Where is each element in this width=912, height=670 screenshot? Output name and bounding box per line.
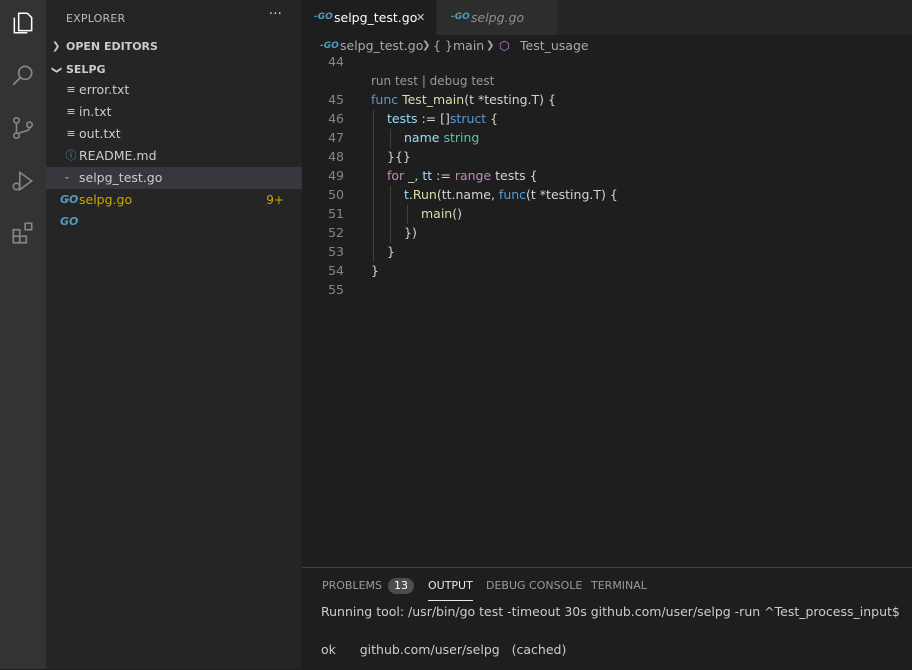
tab-selpg-go[interactable]: -GO selpg.go [437,0,557,35]
line-number: 52 [328,225,344,240]
search-icon[interactable] [8,60,38,90]
explorer-title: EXPLORER [66,12,126,25]
chevron-right-icon: ❯ [52,41,61,52]
chevron-right-icon: ❯ [422,40,431,51]
tab-problems[interactable]: PROBLEMS 13 [322,578,415,600]
text-file-icon: ≡ [66,83,76,96]
breadcrumb-scope[interactable]: main [453,35,484,57]
line-number: 54 [328,263,344,278]
text-file-icon: ≡ [66,105,76,118]
open-editors-label: OPEN EDITORS [66,40,158,53]
more-actions-icon[interactable]: ··· [269,6,282,22]
tab-output[interactable]: OUTPUT [428,578,473,601]
output-line: ok github.com/user/selpg (cached) [321,642,567,657]
tab-label: selpg_test.go [334,10,418,25]
code-line: main() [421,206,462,221]
line-number: 50 [328,187,344,202]
file-name: selpg.go [79,192,133,207]
line-number: 48 [328,149,344,164]
file-name: error.txt [79,82,130,97]
line-number: 55 [328,282,344,297]
explorer-icon[interactable] [8,8,38,38]
indent-guide [373,110,374,262]
file-item-selpg-test-go[interactable]: -GO selpg_test.go [46,167,302,206]
code-line: name string [404,130,480,145]
file-name: selpg_test.go [79,170,163,185]
close-icon[interactable]: ✕ [416,0,425,35]
line-number: 45 [328,92,344,107]
code-line: t.Run(tt.name, func(t *testing.T) { [404,187,618,202]
file-item-in-txt[interactable]: ≡ in.txt [46,101,302,123]
code-editor[interactable]: 44 run test | debug test 45 func Test_ma… [302,54,912,567]
code-line: } [387,244,395,259]
code-line: tests := []struct { [387,111,499,126]
tab-terminal[interactable]: TERMINAL [591,578,647,600]
breadcrumb-symbol[interactable]: Test_usage [520,35,589,57]
file-item-readme[interactable]: ⓘ README.md [46,145,302,167]
line-number: 44 [328,54,344,69]
open-editors-section[interactable]: ❯ OPEN EDITORS [46,37,302,57]
file-name: in.txt [79,104,112,119]
code-line: } [371,263,379,278]
line-number: 47 [328,130,344,145]
chevron-right-icon: ❯ [486,40,495,51]
code-line: }{} [387,149,411,164]
file-item-error-txt[interactable]: ≡ error.txt [46,79,302,101]
breadcrumb: -GO selpg_test.go ❯ { } main ❯ ⬡ Test_us… [302,35,912,57]
tab-selpg-test-go[interactable]: -GO selpg_test.go ✕ [302,0,436,35]
bottom-panel: PROBLEMS 13 OUTPUT DEBUG CONSOLE TERMINAL… [302,567,912,670]
chevron-down-icon: ❯ [51,65,63,75]
folder-label: SELPG [66,63,106,76]
folder-section[interactable]: ❯ SELPG [46,60,302,80]
go-file-icon: -GO [451,12,470,22]
info-icon: ⓘ [65,149,77,162]
file-name: README.md [79,148,157,163]
run-debug-icon[interactable] [8,166,38,196]
tab-label: selpg.go [471,10,525,25]
go-file-icon: -GO [60,193,79,228]
tab-label: PROBLEMS [322,579,383,592]
extensions-icon[interactable] [8,218,38,248]
line-number: 53 [328,244,344,259]
file-item-out-txt[interactable]: ≡ out.txt [46,123,302,145]
line-number: 51 [328,206,344,221]
breadcrumb-file[interactable]: selpg_test.go [340,35,423,57]
activity-bar [0,0,46,669]
code-line: func Test_main(t *testing.T) { [371,92,556,107]
explorer-sidebar: EXPLORER ··· ❯ OPEN EDITORS ❯ SELPG ≡ er… [46,0,302,669]
line-number: 46 [328,111,344,126]
text-file-icon: ≡ [66,127,76,140]
go-file-icon: -GO [314,12,333,22]
editor-tabs: -GO selpg_test.go ✕ -GO selpg.go [302,0,912,35]
file-name: out.txt [79,126,121,141]
file-item-selpg-go[interactable]: -GO selpg.go 9+ [46,189,302,228]
codelens[interactable]: run test | debug test [371,74,494,88]
line-number: 49 [328,168,344,183]
output-line: Running tool: /usr/bin/go test -timeout … [321,604,900,619]
tab-debug-console[interactable]: DEBUG CONSOLE [486,578,582,600]
indent-guide [390,129,391,148]
cube-icon: ⬡ [499,38,510,53]
indent-guide [407,205,408,224]
indent-guide [390,186,391,243]
code-line: }) [404,225,417,240]
problems-count-badge: 13 [388,578,415,594]
problems-badge: 9+ [266,193,284,207]
braces-icon: { } [433,38,453,53]
source-control-icon[interactable] [8,113,38,143]
code-line: for _, tt := range tests { [387,168,538,183]
